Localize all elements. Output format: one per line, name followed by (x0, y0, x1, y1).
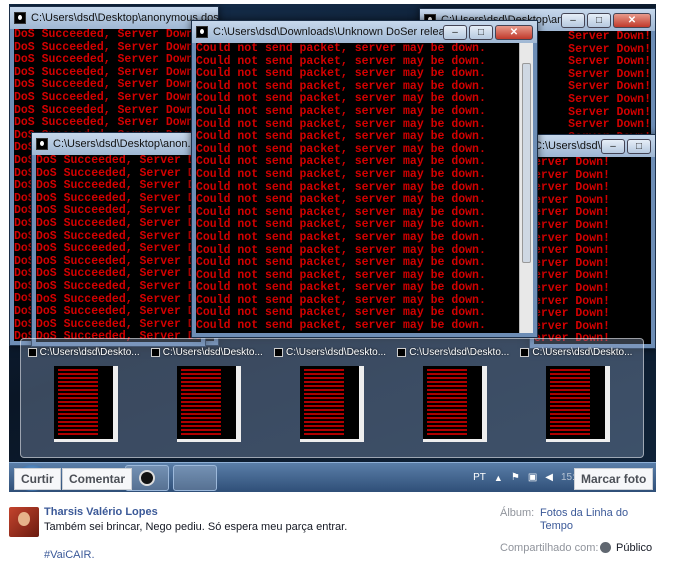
thumbnail-image (423, 366, 488, 442)
album-link[interactable]: Fotos da Linha do Tempo (540, 507, 640, 533)
titlebar[interactable]: C:\Users\dsd\Desktop\anon... (32, 133, 205, 155)
like-button[interactable]: Curtir (14, 468, 61, 490)
anonymous-icon (27, 348, 37, 357)
thumbnail-image (300, 366, 364, 442)
window-controls: – □ ✕ (561, 12, 651, 28)
author-name[interactable]: Tharsis Valério Lopes (44, 506, 158, 518)
window-controls: – □ (601, 138, 651, 154)
post-caption: Também sei brincar, Nego pediu. Só esper… (44, 521, 348, 533)
close-button[interactable]: ✕ (613, 12, 651, 28)
thumbnail-preview[interactable]: C:\Users\dsd\Deskto... (397, 347, 514, 449)
window-front-left: C:\Users\dsd\Desktop\anon... DoS Succeed… (31, 132, 206, 347)
network-icon[interactable]: ▣ (528, 472, 537, 483)
anonymous-icon (36, 138, 48, 150)
minimize-button[interactable]: – (601, 138, 625, 154)
photo-screenshot: C:\Users\dsd\Desktop\anonymous doser.exe… (9, 4, 656, 492)
console-output: erver Down! erver Down! erver Down! erve… (534, 157, 651, 344)
language-indicator[interactable]: PT (473, 472, 486, 483)
hashtag-link[interactable]: #VaiCAIR. (44, 549, 95, 561)
console-output: DoS Succeeded, Server Down! DoS Succeede… (36, 155, 201, 342)
thumbnail-preview[interactable]: C:\Users\dsd\Deskto... (520, 347, 637, 449)
close-button[interactable]: ✕ (495, 24, 533, 40)
taskbar-app-window[interactable] (173, 464, 217, 491)
anonymous-icon (274, 348, 283, 357)
thumbnail-image (176, 366, 241, 442)
anonymous-icon (196, 26, 208, 38)
show-hidden-icons[interactable]: ▲ (494, 473, 503, 483)
minimize-button[interactable]: – (443, 24, 467, 40)
scrollbar-thumb[interactable] (522, 63, 531, 263)
console-output: Could not send packet, server may be dow… (196, 43, 519, 333)
titlebar[interactable]: C:\Users\dsd\Downloads\Unknown DoSer rel… (192, 21, 537, 43)
avatar[interactable] (9, 507, 39, 537)
maximize-button[interactable]: □ (469, 24, 493, 40)
album-label: Álbum: (500, 507, 535, 519)
volume-icon[interactable]: ◀ (545, 472, 553, 483)
taskbar-thumbnail-previews: C:\Users\dsd\Deskto... C:\Users\dsd\Desk… (20, 338, 644, 458)
anonymous-icon (14, 12, 26, 24)
window-unknown-doser: C:\Users\dsd\Downloads\Unknown DoSer rel… (191, 20, 538, 338)
thumbnail-preview[interactable]: C:\Users\dsd\Deskto... (150, 347, 267, 449)
thumbnail-image (546, 366, 611, 442)
thumbnail-preview[interactable]: C:\Users\dsd\Deskto... (273, 347, 390, 449)
window-mid-right: C:\Users\dsd\Desktop\ano... – □ erver Do… (529, 134, 656, 349)
post-details: Tharsis Valério Lopes Também sei brincar… (0, 500, 684, 564)
comment-button[interactable]: Comentar (62, 468, 133, 490)
titlebar[interactable]: C:\Users\dsd\Desktop\ano... – □ (530, 135, 655, 157)
thumbnail-preview[interactable]: C:\Users\dsd\Deskto... (27, 347, 144, 449)
globe-icon (600, 542, 611, 553)
minimize-button[interactable]: – (561, 12, 585, 28)
window-controls: – □ ✕ (443, 24, 533, 40)
anonymous-icon (139, 469, 155, 486)
maximize-button[interactable]: □ (627, 138, 651, 154)
anonymous-icon (520, 348, 530, 357)
tag-photo-button[interactable]: Marcar foto (574, 468, 654, 490)
anonymous-icon (397, 348, 407, 357)
flag-icon[interactable]: ⚑ (511, 472, 520, 483)
shared-with-label: Compartilhado com: (500, 542, 599, 554)
titlebar[interactable]: C:\Users\dsd\Desktop\anonymous doser.exe (10, 7, 218, 29)
scrollbar[interactable] (519, 43, 533, 333)
thumbnail-image (53, 366, 118, 442)
maximize-button[interactable]: □ (587, 12, 611, 28)
anonymous-icon (150, 348, 160, 357)
privacy-selector[interactable]: Público (616, 542, 652, 554)
